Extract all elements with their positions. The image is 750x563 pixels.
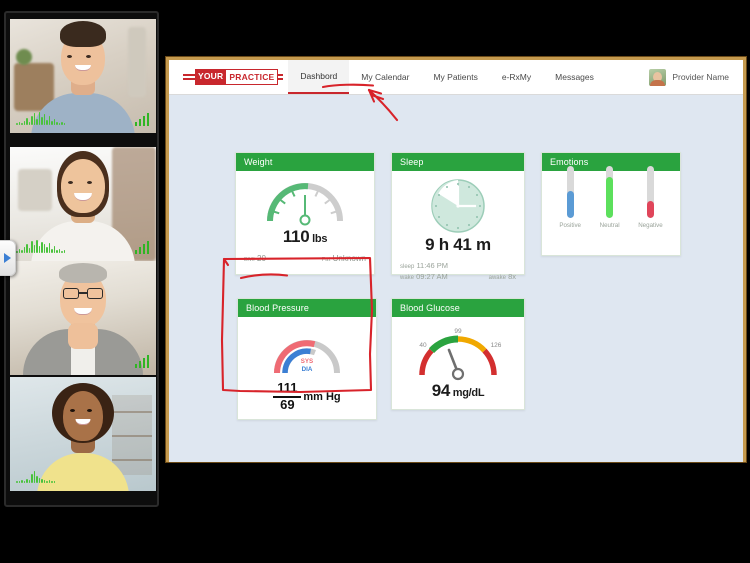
- emotion-negative: Negative: [638, 166, 663, 229]
- thermometer-bar-positive: [566, 166, 574, 218]
- bp-diastolic: 69: [280, 396, 295, 412]
- video-tile-participant-4[interactable]: [10, 377, 156, 491]
- video-call-rail: [4, 11, 159, 507]
- wake-time-value: 09:27 AM: [416, 271, 448, 281]
- top-navigation-bar: YOUR PRACTICE Dashbord My Calendar My Pa…: [169, 60, 743, 95]
- nav-item-messages[interactable]: Messages: [543, 60, 606, 94]
- emotion-positive-label: Positive: [559, 222, 581, 229]
- weight-gauge: [244, 177, 366, 227]
- glucose-value: 94: [431, 381, 451, 400]
- card-sleep[interactable]: Sleep 9 h 41 m sleep 11:46 PM wake 09:27…: [391, 152, 525, 281]
- eyeglasses-icon: [63, 288, 103, 299]
- audio-waveform-icon: [16, 111, 65, 125]
- svg-text:99: 99: [454, 328, 462, 335]
- svg-text:SYS: SYS: [301, 358, 313, 365]
- screen: YOUR PRACTICE Dashbord My Calendar My Pa…: [0, 0, 750, 563]
- blood-pressure-readout: 111 69 mm Hg: [246, 380, 368, 412]
- sleep-details: sleep 11:46 PM wake 09:27 AM awake 8x: [400, 261, 516, 283]
- card-blood-glucose-title: Blood Glucose: [392, 299, 524, 317]
- clock-face-icon: [431, 179, 485, 233]
- blood-glucose-gauge: 40 99 126: [400, 323, 516, 381]
- card-weight-title: Weight: [236, 153, 374, 171]
- video-tile-participant-2[interactable]: [10, 147, 156, 261]
- thermometer-bar-neutral: [606, 166, 614, 218]
- card-emotions[interactable]: Emotions Positive Neutral Negative: [541, 152, 681, 256]
- emotion-negative-label: Negative: [638, 222, 663, 229]
- glucose-unit: mg/dL: [452, 387, 485, 399]
- blood-pressure-gauge: SYS DIA: [246, 323, 368, 379]
- card-weight[interactable]: Weight 110 lbs BMI 20 Fat Unknown: [235, 152, 375, 275]
- logo-text-practice: PRACTICE: [226, 69, 279, 85]
- weight-value: 110: [282, 227, 310, 246]
- user-avatar-icon: [649, 68, 667, 86]
- needle-gauge-icon: 40 99 126: [419, 328, 502, 381]
- emotion-neutral-label: Neutral: [599, 222, 620, 229]
- bp-systolic: 111: [277, 380, 298, 395]
- provider-account[interactable]: Provider Name: [649, 68, 729, 86]
- card-blood-pressure[interactable]: Blood Pressure SYS DIA 111 69 mm Hg: [237, 298, 377, 420]
- dual-arc-gauge-icon: SYS DIA: [274, 340, 340, 374]
- card-blood-glucose[interactable]: Blood Glucose 40 99 126 94 mg/dL: [391, 298, 525, 410]
- speedometer-gauge-icon: [267, 183, 343, 226]
- dashboard-canvas: Weight 110 lbs BMI 20 Fat Unknown Sleep …: [169, 95, 743, 462]
- nav-item-dashboard[interactable]: Dashbord: [288, 60, 350, 94]
- weight-sub-metrics: BMI 20 Fat Unknown: [244, 254, 366, 263]
- nav-item-my-calendar[interactable]: My Calendar: [349, 60, 421, 94]
- awake-count: 8x: [508, 271, 516, 281]
- fat-label: Fat: [321, 257, 331, 263]
- weight-unit: lbs: [312, 233, 328, 245]
- bmi-value: 20: [257, 254, 266, 263]
- sleep-time-value: 11:46 PM: [416, 261, 448, 270]
- video-tile-participant-3[interactable]: [10, 261, 156, 375]
- wake-time-label: wake: [400, 274, 415, 281]
- weight-value-row: 110 lbs: [244, 227, 366, 247]
- bmi-label: BMI: [244, 257, 255, 263]
- awake-label: awake: [488, 274, 506, 281]
- main-nav: Dashbord My Calendar My Patients e-RxMy …: [288, 60, 605, 94]
- emotion-positive: Positive: [559, 166, 581, 229]
- svg-text:126: 126: [491, 342, 502, 349]
- svg-text:DIA: DIA: [302, 366, 313, 373]
- thermometer-bar-negative: [646, 166, 654, 218]
- audio-waveform-icon: [16, 469, 55, 483]
- signal-strength-icon: [134, 355, 149, 368]
- svg-text:40: 40: [419, 342, 427, 349]
- provider-name-label: Provider Name: [672, 72, 729, 82]
- fat-value: Unknown: [332, 254, 366, 263]
- sleep-duration: 9 h 41 m: [425, 235, 491, 254]
- sleep-clock: [400, 177, 516, 235]
- brand-logo[interactable]: YOUR PRACTICE: [183, 69, 283, 85]
- signal-strength-icon: [134, 241, 149, 254]
- glucose-value-row: 94 mg/dL: [400, 381, 516, 401]
- card-blood-pressure-title: Blood Pressure: [238, 299, 376, 317]
- app-window: YOUR PRACTICE Dashbord My Calendar My Pa…: [166, 57, 746, 462]
- nav-item-my-patients[interactable]: My Patients: [421, 60, 489, 94]
- nav-item-e-rx[interactable]: e-RxMy: [490, 60, 543, 94]
- card-sleep-title: Sleep: [392, 153, 524, 171]
- emotion-neutral: Neutral: [600, 166, 620, 229]
- signal-strength-icon: [134, 113, 149, 126]
- expand-right-triangle-icon: [4, 253, 11, 263]
- emotions-bars: Positive Neutral Negative: [542, 166, 680, 229]
- bp-unit: mm Hg: [303, 390, 341, 403]
- sleep-time-label: sleep: [400, 264, 415, 270]
- audio-waveform-icon: [16, 239, 65, 253]
- logo-text-your: YOUR: [195, 69, 227, 85]
- expand-panel-button[interactable]: [0, 240, 16, 276]
- video-tile-participant-1[interactable]: [10, 19, 156, 133]
